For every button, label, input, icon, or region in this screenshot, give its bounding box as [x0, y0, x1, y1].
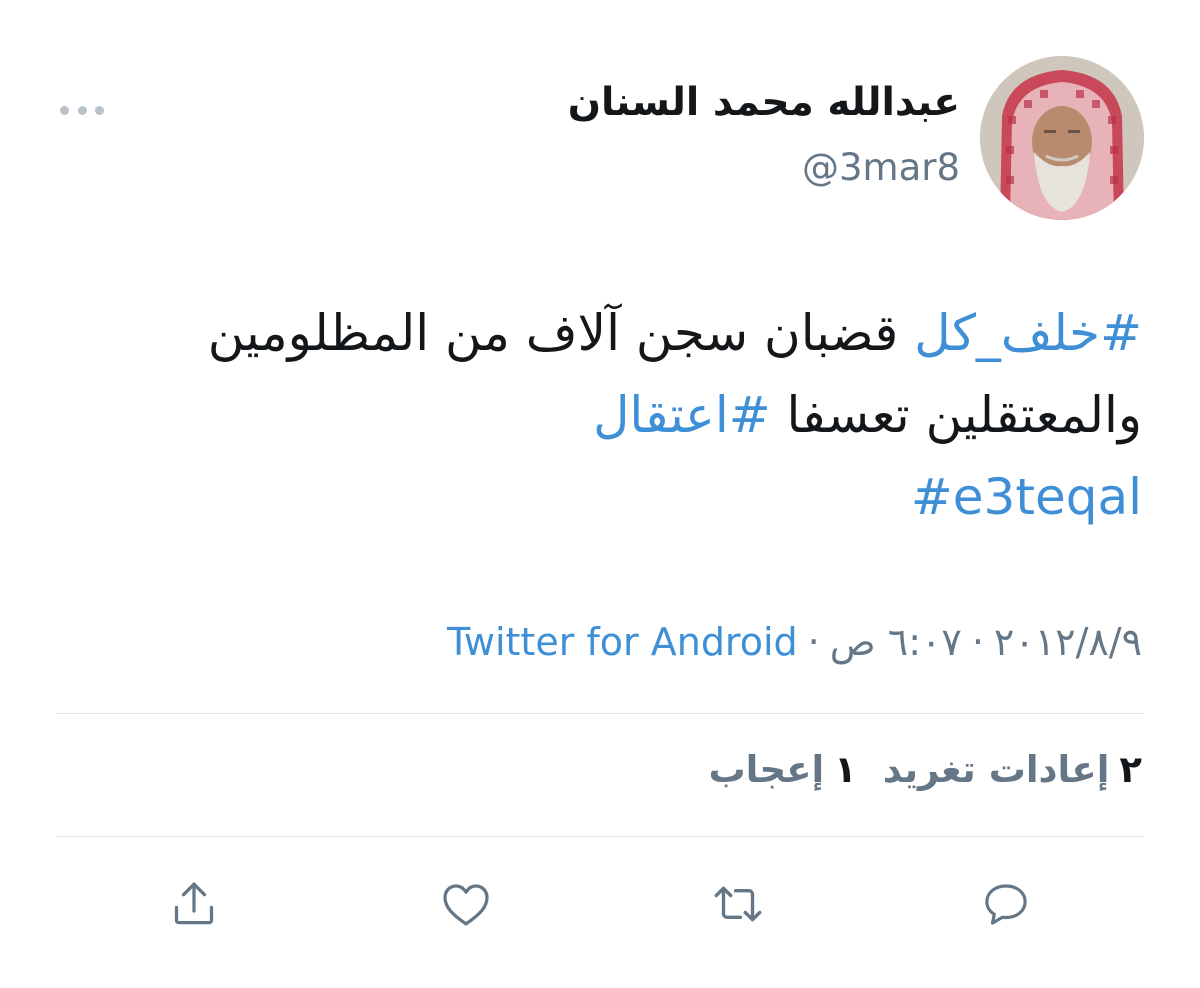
heart-icon [443, 884, 489, 926]
tweet-date: ٢٠١٢/٨/٩ [993, 620, 1142, 664]
tweet-detail-page: عبدالله محمد السنان @3mar8 #خلف_كل قضبان… [0, 0, 1200, 988]
retweet-icon [714, 886, 762, 922]
share-icon [174, 882, 214, 925]
retweets-label: إعادات تغريد [882, 748, 1110, 791]
avatar-image [980, 56, 1144, 220]
retweet-button[interactable] [708, 874, 768, 934]
likes-stat[interactable]: ١ إعجاب [708, 748, 856, 791]
retweets-stat[interactable]: ٢ إعادات تغريد [883, 748, 1142, 791]
more-dot [77, 105, 87, 115]
hashtag-link[interactable]: #e3teqal [911, 456, 1142, 538]
reply-button[interactable] [976, 874, 1036, 934]
hashtag-link[interactable]: #اعتقال [593, 386, 771, 444]
likes-count: ١ [834, 748, 857, 791]
reply-icon [985, 884, 1027, 925]
likes-label: إعجاب [708, 748, 825, 791]
like-button[interactable] [436, 874, 496, 934]
share-button[interactable] [164, 874, 224, 934]
tweet-source-link[interactable]: Twitter for Android [447, 620, 798, 664]
meta-separator: · [971, 620, 984, 664]
tweet-metadata: ٢٠١٢/٨/٩ · ٦:٠٧ ص · Twitter for Android [447, 620, 1142, 664]
engagement-stats: ٢ إعادات تغريد ١ إعجاب [708, 748, 1142, 791]
meta-separator: · [807, 620, 820, 664]
more-dot [95, 105, 104, 115]
avatar[interactable] [980, 56, 1144, 220]
more-dot [60, 105, 69, 115]
tweet-time: ٦:٠٧ ص [829, 620, 962, 664]
retweets-count: ٢ [1119, 748, 1142, 791]
divider [56, 713, 1144, 714]
more-options-icon[interactable] [58, 98, 106, 122]
hashtag-link[interactable]: #خلف_كل [914, 304, 1142, 362]
display-name[interactable]: عبدالله محمد السنان [568, 80, 960, 125]
divider [56, 836, 1144, 837]
tweet-text: #خلف_كل قضبان سجن آلاف من المظلومين والم… [142, 292, 1142, 538]
user-handle[interactable]: @3mar8 [802, 146, 960, 189]
